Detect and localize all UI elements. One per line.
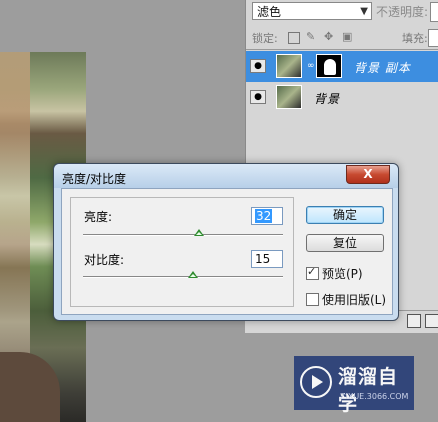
- brightness-input[interactable]: 32: [251, 207, 283, 225]
- brightness-label: 亮度:: [84, 210, 113, 224]
- blend-mode-select[interactable]: 滤色 ▼: [252, 2, 372, 20]
- opacity-label: 不透明度:: [376, 5, 429, 19]
- visibility-eye-icon[interactable]: ●: [250, 59, 266, 73]
- contrast-label: 对比度:: [84, 253, 125, 267]
- brightness-slider-thumb[interactable]: [194, 229, 204, 236]
- adjustment-group: 亮度: 32 对比度: 15: [70, 197, 294, 307]
- preview-label: 预览(P): [322, 267, 363, 281]
- watermark-url: ZIXUE.3066.COM: [340, 392, 409, 401]
- move-icon[interactable]: ✥: [324, 30, 333, 43]
- brightness-slider-track[interactable]: [83, 234, 283, 236]
- close-button[interactable]: X: [346, 165, 390, 184]
- blend-mode-value: 滤色: [257, 5, 282, 19]
- watermark-title: 溜溜自学: [338, 366, 399, 415]
- contrast-input[interactable]: 15: [251, 250, 283, 268]
- dialog-body: 亮度: 32 对比度: 15 确定 复位 预览(P) 使用旧版(L): [61, 188, 393, 315]
- legacy-label: 使用旧版(L): [322, 293, 387, 307]
- layer-row-background-copy[interactable]: ● ∞ 背景 副本: [246, 51, 438, 82]
- dialog-titlebar[interactable]: 亮度/对比度 X: [54, 164, 398, 188]
- photo-detail: [0, 352, 60, 422]
- preview-checkbox[interactable]: 预览(P): [306, 265, 363, 282]
- lock-row: 锁定: ✎ ✥ ▣ 填充:: [252, 30, 438, 46]
- lock-icon[interactable]: ▣: [342, 30, 352, 43]
- layer-thumbnail: [276, 54, 302, 78]
- lock-label: 锁定:: [252, 32, 278, 45]
- visibility-eye-icon[interactable]: ●: [250, 90, 266, 104]
- chevron-down-icon: ▼: [360, 6, 368, 17]
- delete-layer-icon[interactable]: [425, 314, 438, 328]
- brightness-contrast-dialog: 亮度/对比度 X 亮度: 32 对比度: 15 确定 复位 预览(P) 使用旧版…: [53, 163, 399, 321]
- opacity-input[interactable]: [430, 2, 438, 22]
- play-logo-icon: [300, 366, 332, 398]
- brightness-value: 32: [255, 209, 273, 223]
- new-layer-icon[interactable]: [407, 314, 421, 328]
- layer-mask-thumbnail[interactable]: [316, 54, 342, 78]
- brush-icon[interactable]: ✎: [306, 30, 315, 43]
- layer-row-background[interactable]: ● 背景: [246, 82, 438, 113]
- fill-input[interactable]: [428, 29, 438, 47]
- checkbox-icon[interactable]: [306, 293, 319, 306]
- contrast-slider-thumb[interactable]: [188, 271, 198, 278]
- layer-name: 背景: [314, 92, 341, 106]
- layer-thumbnail: [276, 85, 302, 109]
- layer-name: 背景 副本: [354, 61, 411, 75]
- divider: [246, 49, 438, 50]
- ok-button[interactable]: 确定: [306, 206, 384, 224]
- reset-button[interactable]: 复位: [306, 234, 384, 252]
- legacy-checkbox[interactable]: 使用旧版(L): [306, 291, 386, 308]
- link-icon[interactable]: ∞: [307, 61, 315, 71]
- watermark: 溜溜自学 ZIXUE.3066.COM: [294, 356, 414, 415]
- lock-transparent-icon[interactable]: [288, 32, 300, 44]
- fill-label: 填充:: [402, 32, 428, 45]
- checkbox-checked-icon[interactable]: [306, 265, 319, 280]
- dialog-title: 亮度/对比度: [62, 172, 127, 186]
- contrast-slider-track[interactable]: [83, 276, 283, 278]
- contrast-value: 15: [255, 252, 271, 266]
